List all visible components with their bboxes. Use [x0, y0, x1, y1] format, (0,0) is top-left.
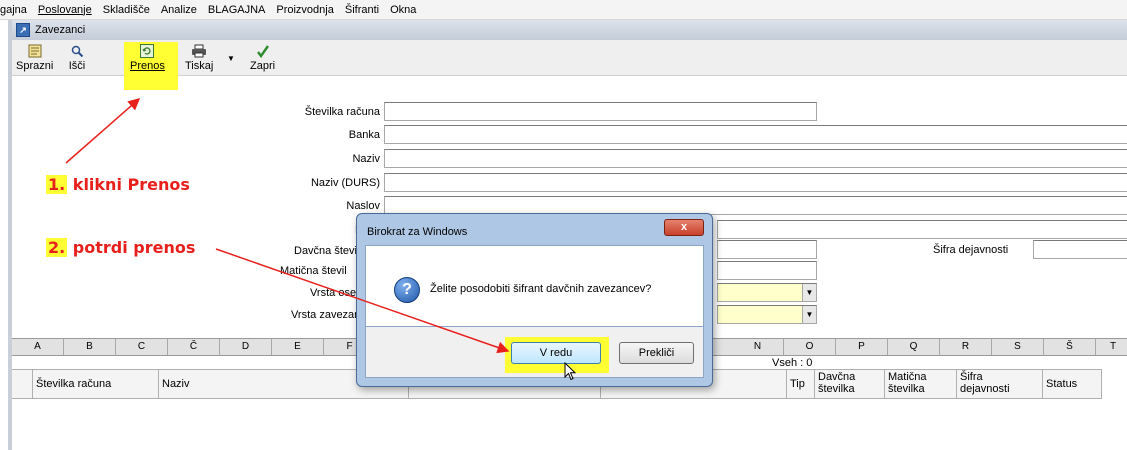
letter-c-caron[interactable]: Č	[168, 339, 220, 355]
clear-icon	[26, 43, 44, 59]
letter-q[interactable]: Q	[888, 339, 940, 355]
zapri-button[interactable]: Zapri	[250, 43, 275, 72]
letter-r[interactable]: R	[940, 339, 992, 355]
annotation-step-2: 2. potrdi prenos	[46, 238, 195, 257]
sprazni-button[interactable]: Sprazni	[16, 43, 53, 72]
vrsta-zavezanca-label: Vrsta zavezan	[291, 309, 361, 321]
question-icon: ?	[394, 277, 420, 303]
col-maticna-line2: številka	[888, 383, 925, 395]
letter-o[interactable]: O	[784, 339, 836, 355]
letter-d[interactable]: D	[220, 339, 272, 355]
annotation-step-1: 1. klikni Prenos	[46, 175, 190, 194]
banka-field[interactable]	[384, 125, 1127, 144]
app-icon: ↗	[16, 23, 30, 37]
mouse-cursor-icon	[564, 362, 577, 381]
letter-t[interactable]: T	[1096, 339, 1127, 355]
zapri-label: Zapri	[250, 60, 276, 72]
davcna-stevilka-label: Davčna števil	[294, 245, 360, 257]
menu-item-skladisce[interactable]: Skladišče	[98, 4, 156, 16]
davcna-stevilka-field[interactable]	[717, 240, 817, 259]
vrsta-osebe-select[interactable]: ▼	[717, 283, 817, 302]
letter-n[interactable]: N	[732, 339, 784, 355]
letter-a[interactable]: A	[12, 339, 64, 355]
naziv-field[interactable]	[384, 149, 1127, 168]
chevron-down-icon[interactable]: ▼	[802, 284, 816, 301]
menu-item-sifranti[interactable]: Šifranti	[340, 4, 385, 16]
prenos-label: Prenos	[130, 60, 165, 72]
annotation-step-1-number: 1.	[46, 175, 68, 194]
annotation-step-2-number: 2.	[46, 238, 68, 257]
col-davcna-stevilka[interactable]: Davčna številka	[814, 370, 884, 398]
menu-item-gajna[interactable]: gajna	[0, 4, 33, 16]
menu-item-poslovanje[interactable]: Poslovanje	[33, 4, 98, 16]
ok-button[interactable]: V redu	[511, 342, 601, 364]
sprazni-label: Sprazni	[16, 60, 54, 72]
tiskaj-button[interactable]: Tiskaj	[185, 43, 213, 72]
isci-button[interactable]: Išči	[68, 43, 86, 72]
naziv-label: Naziv	[352, 153, 380, 165]
maticna-stevilka-field[interactable]	[717, 261, 817, 280]
sifra-dejavnosti-label: Šifra dejavnosti	[933, 244, 1009, 256]
menu-bar: gajna Poslovanje Skladišče Analize BLAGA…	[0, 0, 1127, 20]
window-title-bar[interactable]: ↗ Zavezanci	[12, 20, 1127, 40]
col-davcna-line1: Davčna	[818, 371, 856, 383]
col-sifra-line2: dejavnosti	[960, 383, 1010, 395]
dialog-close-button[interactable]: x	[664, 219, 704, 236]
prenos-button[interactable]: Prenos	[130, 43, 165, 72]
letter-s-caron[interactable]: Š	[1044, 339, 1096, 355]
col-sifra-dejavnosti[interactable]: Šifra dejavnosti	[956, 370, 1042, 398]
cancel-button[interactable]: Prekliči	[619, 342, 694, 364]
vrsta-osebe-label: Vrsta ose	[310, 287, 357, 299]
banka-label: Banka	[348, 129, 380, 141]
sifra-dejavnosti-field[interactable]	[1033, 240, 1127, 259]
col-sifra-line1: Šifra	[960, 371, 983, 383]
kraj-field[interactable]	[717, 220, 1127, 239]
menu-item-okna[interactable]: Okna	[385, 4, 422, 16]
col-status[interactable]: Status	[1042, 370, 1102, 398]
window-title: Zavezanci	[35, 24, 86, 36]
tiskaj-label: Tiskaj	[185, 60, 214, 72]
tiskaj-dropdown-arrow-icon[interactable]: ▼	[227, 54, 235, 63]
letter-c[interactable]: C	[116, 339, 168, 355]
dialog-body: ? Želite posodobiti šifrant davčnih zave…	[365, 245, 704, 327]
dialog-message: Želite posodobiti šifrant davčnih zaveza…	[430, 283, 652, 295]
printer-icon	[190, 43, 208, 59]
menu-item-proizvodnja[interactable]: Proizvodnja	[271, 4, 339, 16]
col-maticna-stevilka[interactable]: Matična številka	[884, 370, 956, 398]
col-stevilka-racuna[interactable]: Številka računa	[32, 370, 158, 398]
naziv-durs-field[interactable]	[384, 173, 1127, 192]
dialog-title: Birokrat za Windows	[367, 226, 468, 238]
col-maticna-line1: Matična	[888, 371, 927, 383]
confirm-dialog: Birokrat za Windows x ? Želite posodobit…	[356, 213, 713, 387]
isci-label: Išči	[68, 60, 86, 72]
stevilka-racuna-field[interactable]	[384, 102, 817, 121]
menu-item-analize[interactable]: Analize	[156, 4, 203, 16]
search-icon	[68, 43, 86, 59]
annotation-step-1-text: klikni Prenos	[72, 175, 190, 194]
toolbar: Sprazni Išči Prenos Tiskaj ▼ Zapri	[12, 40, 1127, 90]
vrsta-zavezanca-select[interactable]: ▼	[717, 305, 817, 324]
refresh-icon	[138, 43, 156, 59]
naslov-label: Naslov	[346, 200, 380, 212]
record-count: Vseh : 0	[772, 357, 813, 369]
col-davcna-line2: številka	[818, 383, 855, 395]
menu-item-blagajna[interactable]: BLAGAJNA	[203, 4, 271, 16]
col-tip[interactable]: Tip	[786, 370, 814, 398]
stevilka-racuna-label: Številka računa	[304, 106, 380, 118]
maticna-stevilka-label: Matična števil	[280, 265, 347, 277]
letter-s[interactable]: S	[992, 339, 1044, 355]
annotation-step-2-text: potrdi prenos	[72, 238, 196, 257]
letter-b[interactable]: B	[64, 339, 116, 355]
letter-e[interactable]: E	[272, 339, 324, 355]
chevron-down-icon[interactable]: ▼	[802, 306, 816, 323]
checkmark-icon	[254, 43, 272, 59]
letter-p[interactable]: P	[836, 339, 888, 355]
naziv-durs-label: Naziv (DURS)	[310, 177, 380, 189]
